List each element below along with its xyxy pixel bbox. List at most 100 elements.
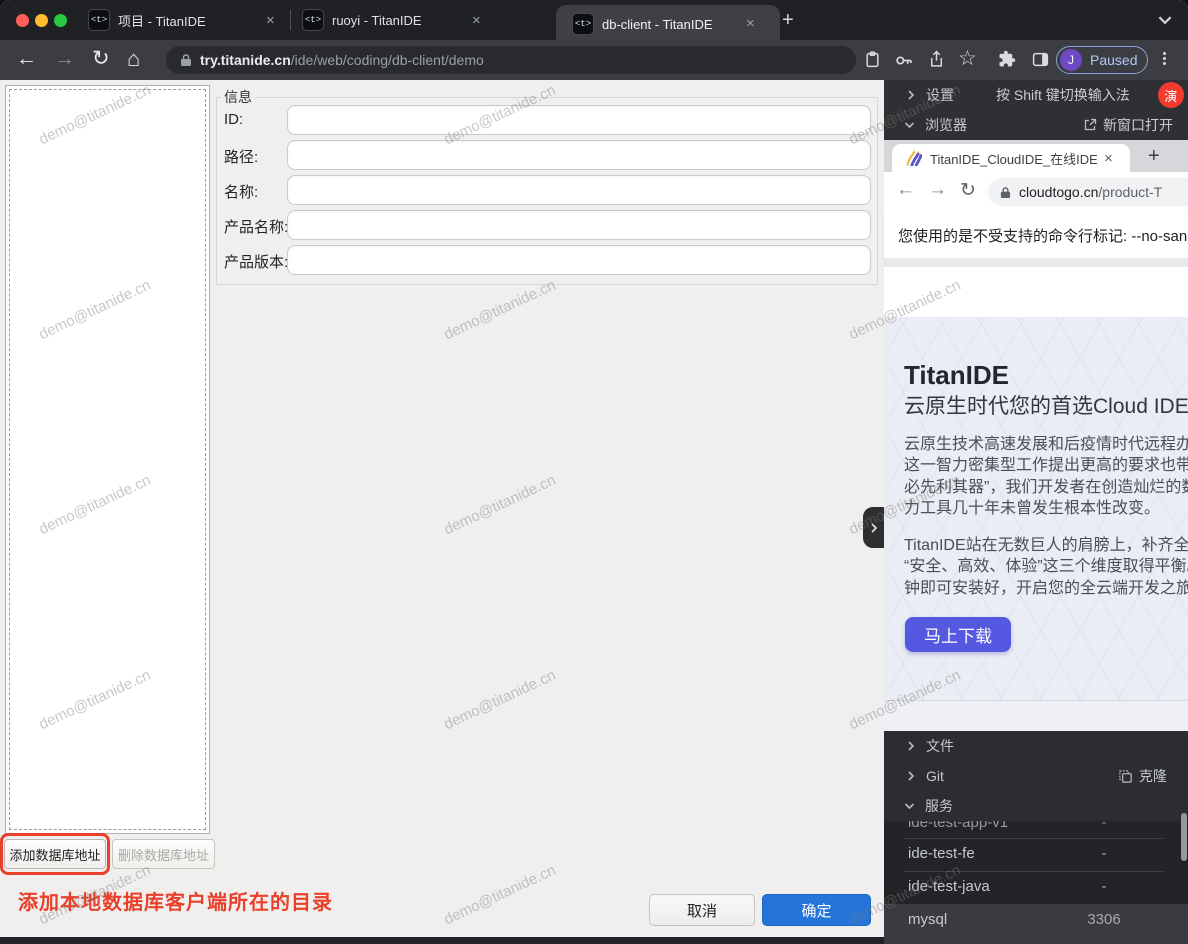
chevron-down-icon bbox=[904, 801, 915, 811]
clone-label[interactable]: 克隆 bbox=[1139, 766, 1167, 786]
services-section-row[interactable]: 服务 bbox=[884, 791, 1188, 821]
profile-paused-button[interactable]: J Paused bbox=[1056, 46, 1148, 74]
product-name-label: 产品名称: bbox=[224, 216, 288, 237]
settings-section-row[interactable]: 设置 按 Shift 键切换输入法 演 bbox=[884, 80, 1188, 110]
service-name[interactable]: ide-test-fe bbox=[908, 845, 975, 862]
annotation-note: 添加本地数据库客户端所在的目录 bbox=[18, 886, 333, 915]
delete-database-path-button: 删除数据库地址 bbox=[112, 839, 215, 869]
name-label: 名称: bbox=[224, 181, 258, 202]
download-now-button[interactable]: 马上下载 bbox=[905, 617, 1011, 652]
browser-section-row[interactable]: 浏览器 新窗口打开 bbox=[884, 110, 1188, 140]
tab-title: ruoyi - TitanIDE bbox=[332, 13, 462, 28]
files-section-row[interactable]: 文件 bbox=[884, 731, 1188, 761]
site-header: 行云创新 CLOUD · TOGO bbox=[884, 267, 1188, 317]
cloudtogo-favicon bbox=[904, 150, 922, 166]
back-button[interactable]: ← bbox=[16, 47, 37, 71]
lock-icon bbox=[180, 53, 192, 67]
product-version-label: 产品版本: bbox=[224, 251, 288, 272]
tab-search-chevron-down-icon[interactable] bbox=[1158, 14, 1172, 26]
mini-back-button[interactable]: ← bbox=[896, 179, 915, 201]
mini-address-bar[interactable]: cloudtogo.cn /product-T bbox=[988, 178, 1188, 206]
key-icon[interactable] bbox=[895, 52, 912, 74]
service-port: - bbox=[1074, 878, 1134, 895]
reload-button[interactable]: ↻ bbox=[92, 46, 110, 71]
hero-subtitle: 云原生时代您的首选Cloud IDE bbox=[904, 390, 1188, 420]
page-lower-strip bbox=[884, 700, 1188, 731]
service-port: - bbox=[1074, 845, 1134, 862]
database-path-list[interactable] bbox=[5, 85, 210, 834]
avatar: J bbox=[1060, 49, 1082, 71]
watermark: demo@titanide.cn bbox=[441, 667, 558, 734]
clone-icon[interactable] bbox=[1118, 769, 1133, 784]
panel-expander-chevron-right[interactable] bbox=[863, 507, 884, 548]
browser-tab-2[interactable]: <t> ruoyi - TitanIDE bbox=[302, 0, 472, 40]
name-input[interactable] bbox=[287, 175, 871, 205]
extensions-puzzle-icon[interactable] bbox=[998, 50, 1016, 73]
browser-tab-1[interactable]: <t> 项目 - TitanIDE bbox=[88, 0, 288, 40]
watermark: demo@titanide.cn bbox=[441, 862, 558, 929]
mini-browser-tab[interactable]: TitanIDE_CloudIDE_在线IDE_ × bbox=[892, 144, 1130, 172]
hero-paragraph-line: “安全、高效、体验”这三个维度取得平衡。最 bbox=[904, 556, 1188, 578]
lock-icon bbox=[1000, 186, 1011, 199]
browser-menu-icon[interactable] bbox=[1163, 50, 1166, 67]
mini-url-host: cloudtogo.cn bbox=[1019, 184, 1098, 200]
side-panel-icon[interactable] bbox=[1032, 51, 1049, 73]
address-bar[interactable]: try.titanide.cn /ide/web/coding/db-clien… bbox=[166, 46, 856, 74]
hero-paragraph-line: 钟即可安装好，开启您的全云端开发之旅！ bbox=[904, 578, 1188, 600]
chevron-down-icon bbox=[904, 120, 915, 130]
share-icon[interactable] bbox=[928, 50, 945, 73]
sync-status: Paused bbox=[1090, 52, 1137, 68]
titanide-favicon: <t> bbox=[88, 9, 110, 31]
demo-badge[interactable]: 演 bbox=[1158, 82, 1184, 108]
hero-paragraph-line: 这一智力密集型工作提出更高的要求也带来了新 bbox=[904, 455, 1188, 477]
product-name-input[interactable] bbox=[287, 210, 871, 240]
open-new-window-icon[interactable] bbox=[1083, 118, 1097, 132]
close-icon[interactable]: × bbox=[266, 13, 275, 28]
home-button[interactable]: ⌂ bbox=[127, 46, 140, 72]
panel-scrollbar-thumb[interactable] bbox=[1181, 813, 1187, 861]
close-icon[interactable]: × bbox=[472, 13, 481, 28]
open-new-window-label[interactable]: 新窗口打开 bbox=[1103, 115, 1173, 135]
watermark: demo@titanide.cn bbox=[441, 277, 558, 344]
service-name[interactable]: ide-test-java bbox=[908, 878, 990, 895]
add-database-path-button[interactable]: 添加数据库地址 bbox=[4, 839, 106, 869]
mini-forward-button[interactable]: → bbox=[928, 179, 947, 201]
mini-new-tab-button[interactable]: + bbox=[1148, 145, 1160, 168]
close-icon[interactable]: × bbox=[1104, 150, 1113, 167]
window-minimize-button[interactable] bbox=[35, 14, 48, 27]
tab-title: 项目 - TitanIDE bbox=[118, 11, 258, 30]
services-label: 服务 bbox=[925, 796, 953, 816]
product-version-input[interactable] bbox=[287, 245, 871, 275]
chevron-right-icon bbox=[906, 771, 916, 781]
cancel-button[interactable]: 取消 bbox=[649, 894, 755, 926]
chevron-right-icon bbox=[906, 90, 916, 100]
mini-reload-button[interactable]: ↻ bbox=[960, 179, 976, 202]
service-name[interactable]: mysql bbox=[908, 911, 947, 928]
clipboard-icon[interactable] bbox=[864, 51, 881, 73]
path-input[interactable] bbox=[287, 140, 871, 170]
sandbox-warning-bar: 您使用的是不受支持的命令行标记: --no-sandbox bbox=[884, 212, 1188, 259]
browser-section-label: 浏览器 bbox=[925, 115, 967, 135]
id-input[interactable] bbox=[287, 105, 871, 135]
ok-button[interactable]: 确定 bbox=[762, 894, 871, 926]
row-divider bbox=[904, 871, 1164, 872]
window-zoom-button[interactable] bbox=[54, 14, 67, 27]
tab-title: db-client - TitanIDE bbox=[602, 17, 742, 32]
application-window: <t> 项目 - TitanIDE × <t> ruoyi - TitanIDE… bbox=[0, 0, 1188, 944]
git-label: Git bbox=[926, 768, 944, 784]
hero-paragraph-line: TitanIDE站在无数巨人的肩膀上，补齐全云端开 bbox=[904, 535, 1188, 557]
hero-paragraph-line: 必先利其器”，我们开发者在创造灿烂的数字化 bbox=[904, 477, 1188, 499]
url-path: /ide/web/coding/db-client/demo bbox=[291, 52, 484, 68]
close-icon[interactable]: × bbox=[746, 16, 755, 31]
browser-tab-3[interactable]: <t> db-client - TitanIDE bbox=[572, 4, 752, 44]
hero-paragraph-line: 云原生技术高速发展和后疫情时代远程办公等多 bbox=[904, 434, 1188, 456]
path-label: 路径: bbox=[224, 146, 258, 167]
window-close-button[interactable] bbox=[16, 14, 29, 27]
new-tab-button[interactable]: + bbox=[782, 9, 794, 32]
forward-button[interactable]: → bbox=[54, 47, 75, 71]
watermark: demo@titanide.cn bbox=[441, 472, 558, 539]
bookmark-star-icon[interactable]: ☆ bbox=[958, 46, 977, 71]
git-section-row[interactable]: Git 克隆 bbox=[884, 761, 1188, 791]
service-port: 3306 bbox=[1074, 911, 1134, 928]
files-label: 文件 bbox=[926, 736, 954, 756]
